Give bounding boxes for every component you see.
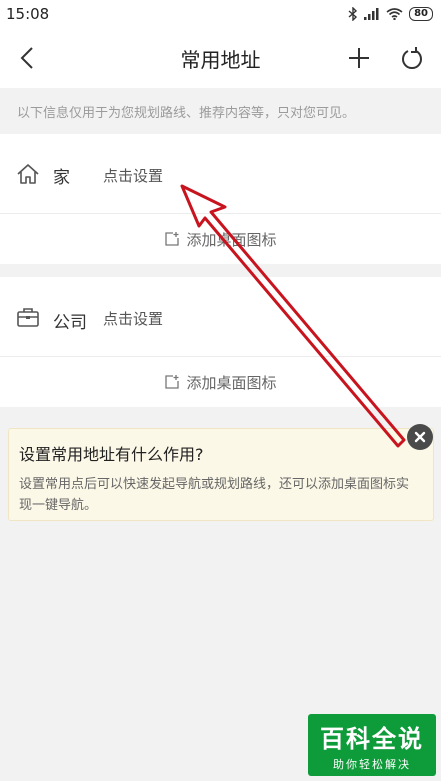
home-add-shortcut-button[interactable]: 添加桌面图标	[0, 214, 441, 264]
company-shortcut-label: 添加桌面图标	[186, 373, 277, 392]
company-address-card: 公司 点击设置 添加桌面图标	[0, 277, 441, 407]
watermark-logo: 百科全说 助你轻松解决	[308, 714, 436, 776]
watermark-main-text: 百科全说	[320, 724, 424, 753]
watermark-sub-text: 助你轻松解决	[333, 757, 411, 771]
refresh-icon	[402, 47, 422, 70]
company-set-link[interactable]: 点击设置	[103, 308, 163, 329]
add-button[interactable]	[344, 43, 374, 73]
tip-close-button[interactable]	[407, 424, 433, 450]
status-time: 15:08	[6, 5, 50, 23]
refresh-button[interactable]	[397, 43, 427, 73]
company-address-row[interactable]: 公司 点击设置	[0, 277, 441, 357]
tip-body: 设置常用点后可以快速发起导航或规划路线，还可以添加桌面图标实现一键导航。	[19, 477, 410, 513]
bluetooth-icon	[348, 7, 358, 21]
company-label: 公司	[53, 313, 87, 333]
company-add-shortcut-button[interactable]: 添加桌面图标	[0, 357, 441, 407]
add-shortcut-icon	[165, 375, 180, 389]
home-set-link[interactable]: 点击设置	[103, 165, 163, 186]
close-icon	[414, 431, 426, 443]
back-arrow-icon	[20, 47, 33, 69]
nav-bar: 常用地址	[0, 28, 441, 88]
status-bar: 15:08 80	[0, 0, 441, 28]
tip-card: 设置常用地址有什么作用? 设置常用点后可以快速发起导航或规划路线，还可以添加桌面…	[8, 428, 434, 521]
page-title: 常用地址	[180, 47, 261, 72]
plus-icon	[349, 48, 369, 68]
signal-icon	[364, 8, 379, 20]
battery-indicator: 80	[409, 7, 433, 21]
home-shortcut-label: 添加桌面图标	[186, 230, 277, 249]
tip-title: 设置常用地址有什么作用?	[19, 445, 204, 464]
home-address-row[interactable]: 家 点击设置	[0, 134, 441, 214]
home-address-card: 家 点击设置 添加桌面图标	[0, 134, 441, 264]
home-icon	[17, 164, 39, 184]
add-shortcut-icon	[165, 232, 180, 246]
home-label: 家	[53, 168, 70, 188]
back-button[interactable]	[12, 43, 42, 73]
briefcase-icon	[17, 308, 39, 327]
status-icons: 80	[348, 7, 433, 21]
wifi-icon	[386, 8, 403, 20]
privacy-notice: 以下信息仅用于为您规划路线、推荐内容等，只对您可见。	[0, 88, 441, 134]
